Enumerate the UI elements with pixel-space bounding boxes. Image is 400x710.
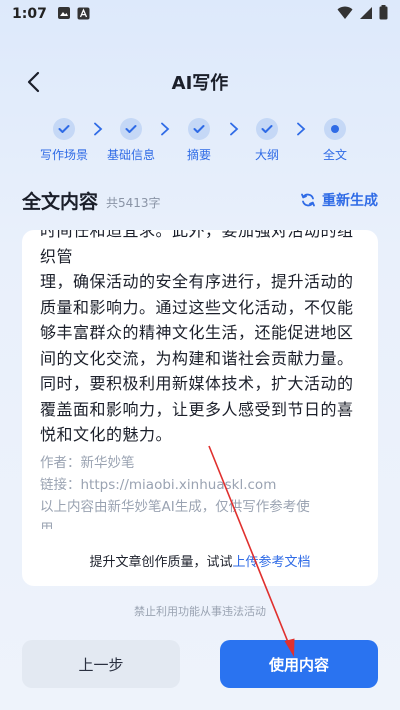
step-label: 大纲 [254, 148, 279, 162]
step-basic-info[interactable]: 基础信息 [101, 118, 161, 163]
step-writing-scene[interactable]: 写作场景 [34, 118, 94, 163]
step-label: 基础信息 [106, 148, 155, 162]
step-current-dot [324, 118, 346, 140]
section-title: 全文内容 [22, 190, 99, 213]
article-content-card[interactable]: 时间任和适宜求。此外，要加强对活动的组织管 理，确保活动的安全有序进行，提升活动… [22, 230, 378, 586]
image-icon [57, 5, 71, 24]
check-icon [125, 125, 137, 133]
status-time: 1:07 [12, 6, 47, 22]
regenerate-label: 重新生成 [322, 193, 378, 209]
article-partial-line: 时间任和适宜求。此外，要加强对活动的组织管 [40, 230, 354, 266]
page-title: AI写作 [171, 73, 229, 94]
upload-reference-link[interactable]: 上传参考文档 [233, 555, 311, 570]
signal-icon [359, 5, 373, 24]
step-done-dot [120, 118, 142, 140]
step-label: 全文 [322, 148, 347, 162]
author-line: 作者：新华妙笔 [40, 455, 135, 471]
section-header: 全文内容 共5413字 重新生成 [22, 186, 378, 214]
step-full-text[interactable]: 全文 [305, 118, 365, 163]
use-content-button[interactable]: 使用内容 [220, 640, 378, 688]
cut-off-line: 用 [40, 521, 54, 529]
step-done-dot [256, 118, 278, 140]
status-bar: 1:07 [0, 0, 400, 28]
current-step-indicator [331, 125, 339, 133]
status-right [337, 4, 388, 24]
step-summary[interactable]: 摘要 [169, 118, 229, 163]
upload-hint: 提升文章创作质量，试试上传参考文档 [22, 551, 378, 570]
article-body: 时间任和适宜求。此外，要加强对活动的组织管 理，确保活动的安全有序进行，提升活动… [40, 230, 364, 448]
generated-note: 以上内容由新华妙笔AI生成，仅供写作参考使 [40, 499, 310, 515]
word-count: 共5413字 [106, 195, 161, 210]
check-icon [193, 125, 205, 133]
progress-stepper: 写作场景 基础信息 摘要 大纲 全文 [0, 118, 400, 170]
wifi-icon [337, 5, 353, 24]
step-label: 写作场景 [39, 148, 88, 162]
refresh-icon [301, 193, 315, 207]
article-meta: 作者：新华妙笔 链接：https://miaobi.xinhuaskl.com … [40, 452, 364, 529]
check-icon [58, 125, 70, 133]
check-icon [261, 125, 273, 133]
disclaimer-text: 禁止利用功能从事违法活动 [134, 605, 266, 618]
article-paragraph: 理，确保活动的安全有序进行，提升活动的质量和影响力。通过这些文化活动，不仅能够丰… [40, 272, 354, 444]
regenerate-button[interactable]: 重新生成 [300, 190, 378, 210]
step-done-dot [188, 118, 210, 140]
link-line: 链接：https://miaobi.xinhuaskl.com [40, 477, 277, 493]
a-badge-icon [77, 5, 90, 24]
battery-icon [379, 4, 388, 24]
step-label: 摘要 [186, 148, 211, 162]
previous-step-button[interactable]: 上一步 [22, 640, 180, 688]
app-screen: 1:07 AI写作 写作场景 基础信息 摘要 大纲 全文 全文内容 共5413字… [0, 0, 400, 710]
top-bar: AI写作 [0, 60, 400, 104]
chevron-left-icon [27, 71, 40, 93]
step-outline[interactable]: 大纲 [237, 118, 297, 163]
step-done-dot [53, 118, 75, 140]
back-button[interactable] [20, 68, 48, 96]
upload-hint-prefix: 提升文章创作质量，试试 [89, 555, 233, 570]
